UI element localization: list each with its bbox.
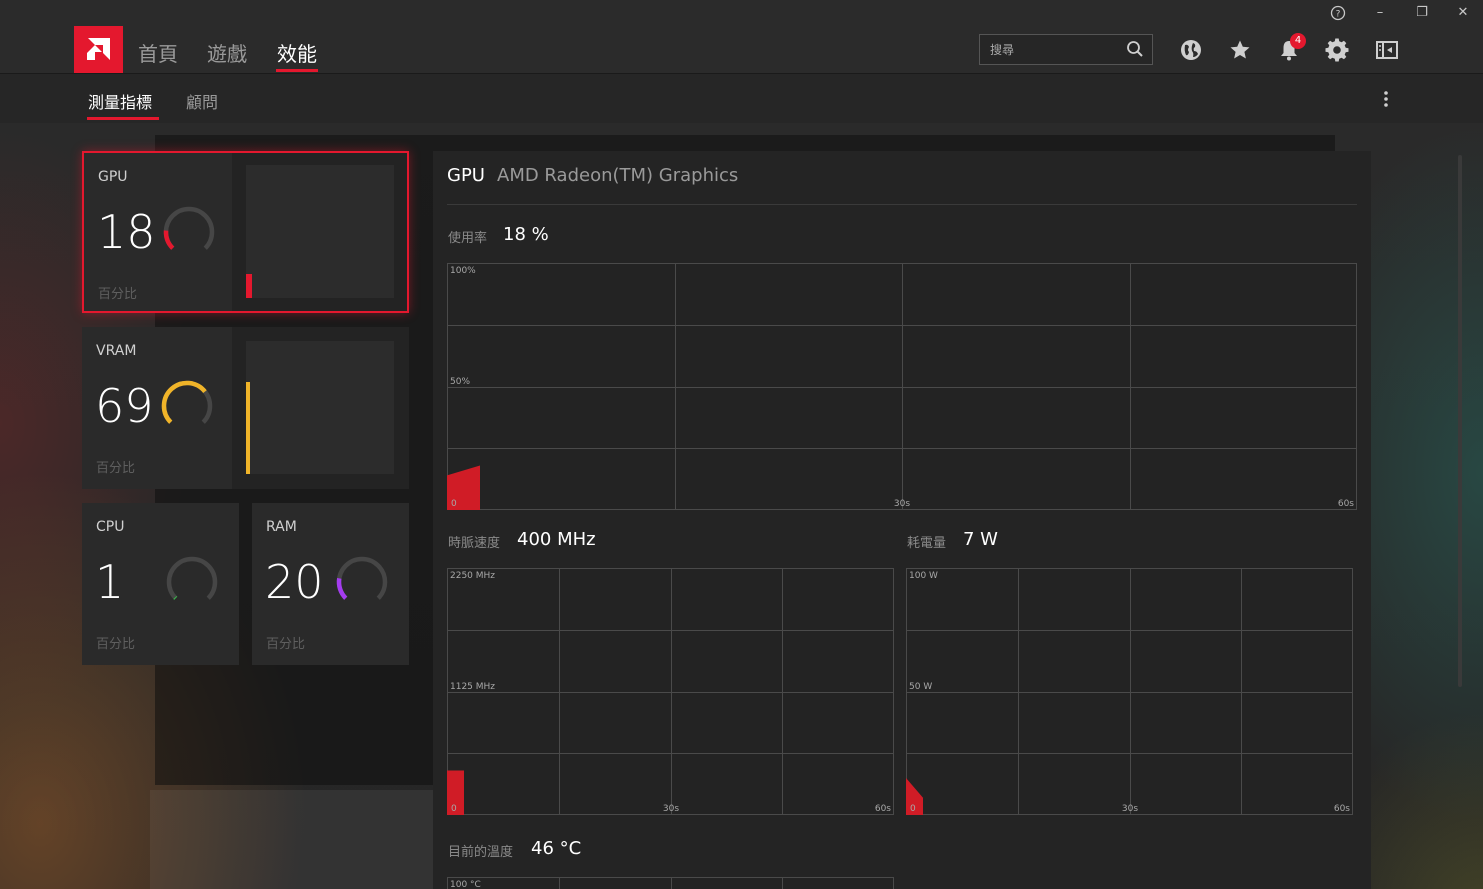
star-icon[interactable]	[1228, 38, 1252, 62]
clock-label: 時脈速度	[448, 536, 501, 551]
tab-performance[interactable]: 效能	[277, 38, 317, 67]
card-value: 69	[95, 379, 154, 433]
graph-x-end-label: 60s	[875, 804, 891, 814]
more-options-icon[interactable]	[1378, 89, 1394, 109]
svg-text:?: ?	[1336, 10, 1341, 20]
close-button[interactable]: ✕	[1451, 3, 1475, 23]
tab-games[interactable]: 遊戲	[207, 38, 247, 67]
gear-icon[interactable]	[1325, 38, 1349, 62]
active-tab-indicator	[276, 69, 318, 72]
detail-panel: GPU AMD Radeon(TM) Graphics 使用率 18 % 100…	[433, 151, 1371, 889]
card-unit: 百分比	[96, 461, 136, 476]
graph-y-mid-label: 50%	[450, 377, 470, 387]
graph-x-mid-label: 30s	[663, 804, 679, 814]
gauge-icon	[163, 206, 215, 250]
graph-x-start-label: 0	[451, 804, 457, 814]
gauge-icon	[166, 556, 218, 600]
gauge-track	[163, 206, 215, 250]
cpu-card[interactable]: CPU 1 百分比	[82, 503, 239, 665]
graph-x-start-label: 0	[451, 499, 457, 509]
panel-title: GPU	[447, 165, 485, 186]
globe-icon[interactable]	[1179, 38, 1203, 62]
graph-frame	[447, 568, 894, 815]
card-label: GPU	[98, 169, 128, 185]
card-label: CPU	[96, 519, 125, 535]
card-value: 20	[265, 555, 324, 609]
panel-divider	[447, 204, 1357, 205]
card-history-plot	[246, 165, 394, 298]
graph-y-mid-label: 50 W	[909, 682, 932, 692]
card-history-bar	[246, 382, 250, 474]
ram-card[interactable]: RAM 20 百分比	[252, 503, 409, 665]
gauge-track	[336, 556, 388, 600]
gauge-fill	[173, 595, 178, 600]
power-label: 耗電量	[907, 536, 947, 551]
help-button[interactable]: ?	[1326, 3, 1350, 23]
scrollbar[interactable]	[1458, 155, 1462, 687]
card-unit: 百分比	[266, 637, 306, 652]
card-history	[232, 327, 409, 489]
graph-y-max-label: 100 W	[909, 571, 938, 581]
power-graph: 100 W 50 W 0 30s 60s	[906, 568, 1353, 815]
tab-advisor[interactable]: 顧問	[186, 89, 218, 113]
sub-nav	[0, 74, 1483, 123]
restore-button[interactable]: ❐	[1410, 3, 1434, 23]
vram-card[interactable]: VRAM 69 百分比	[82, 327, 409, 489]
usage-label: 使用率	[448, 231, 488, 246]
help-icon: ?	[1330, 5, 1346, 21]
graph-x-mid-label: 30s	[1122, 804, 1138, 814]
title-bar: ? – ❐ ✕	[0, 0, 1483, 26]
card-history-plot	[246, 341, 394, 474]
graph-y-mid-label: 1125 MHz	[450, 682, 495, 692]
card-label: VRAM	[96, 343, 137, 359]
card-unit: 百分比	[98, 287, 138, 302]
tab-home[interactable]: 首頁	[138, 38, 178, 67]
card-value: 18	[97, 205, 156, 259]
graph-y-max-label: 100 °C	[450, 880, 481, 889]
graph-frame	[906, 568, 1353, 815]
gauge-fill	[336, 578, 348, 600]
card-history	[232, 153, 407, 311]
graph-frame	[447, 877, 894, 889]
sidebar-toggle-icon[interactable]	[1375, 38, 1399, 62]
gauge-icon	[161, 380, 213, 424]
graph-x-end-label: 60s	[1334, 804, 1350, 814]
graph-x-end-label: 60s	[1338, 499, 1354, 509]
usage-graph: 100% 50% 0 30s 60s	[447, 263, 1357, 510]
active-subtab-indicator	[87, 117, 159, 120]
clock-value: 400 MHz	[517, 529, 596, 550]
background-highlight	[150, 790, 450, 889]
card-unit: 百分比	[96, 637, 136, 652]
temperature-value: 46 °C	[531, 838, 582, 859]
gauge-icon	[336, 556, 388, 600]
panel-subtitle: AMD Radeon(TM) Graphics	[497, 165, 739, 186]
graph-y-max-label: 100%	[450, 266, 476, 276]
gauge-track	[166, 556, 218, 600]
temperature-label: 目前的溫度	[448, 845, 514, 860]
usage-value: 18 %	[503, 224, 549, 245]
tab-metrics[interactable]: 測量指標	[88, 89, 152, 113]
card-label: RAM	[266, 519, 297, 535]
search-icon[interactable]	[1126, 40, 1144, 58]
graph-y-max-label: 2250 MHz	[450, 571, 495, 581]
amd-logo-icon	[87, 38, 110, 60]
clock-graph: 2250 MHz 1125 MHz 0 30s 60s	[447, 568, 894, 815]
gauge-fill	[163, 230, 175, 250]
power-value: 7 W	[963, 529, 998, 550]
amd-logo[interactable]	[74, 26, 123, 73]
minimize-button[interactable]: –	[1368, 3, 1392, 23]
temperature-graph: 100 °C	[447, 877, 894, 889]
graph-x-mid-label: 30s	[894, 499, 910, 509]
card-value: 1	[95, 555, 125, 609]
gpu-card[interactable]: GPU 18 百分比	[82, 151, 409, 313]
notification-badge: 4	[1290, 33, 1306, 49]
graph-x-start-label: 0	[910, 804, 916, 814]
card-history-bar	[246, 274, 252, 298]
